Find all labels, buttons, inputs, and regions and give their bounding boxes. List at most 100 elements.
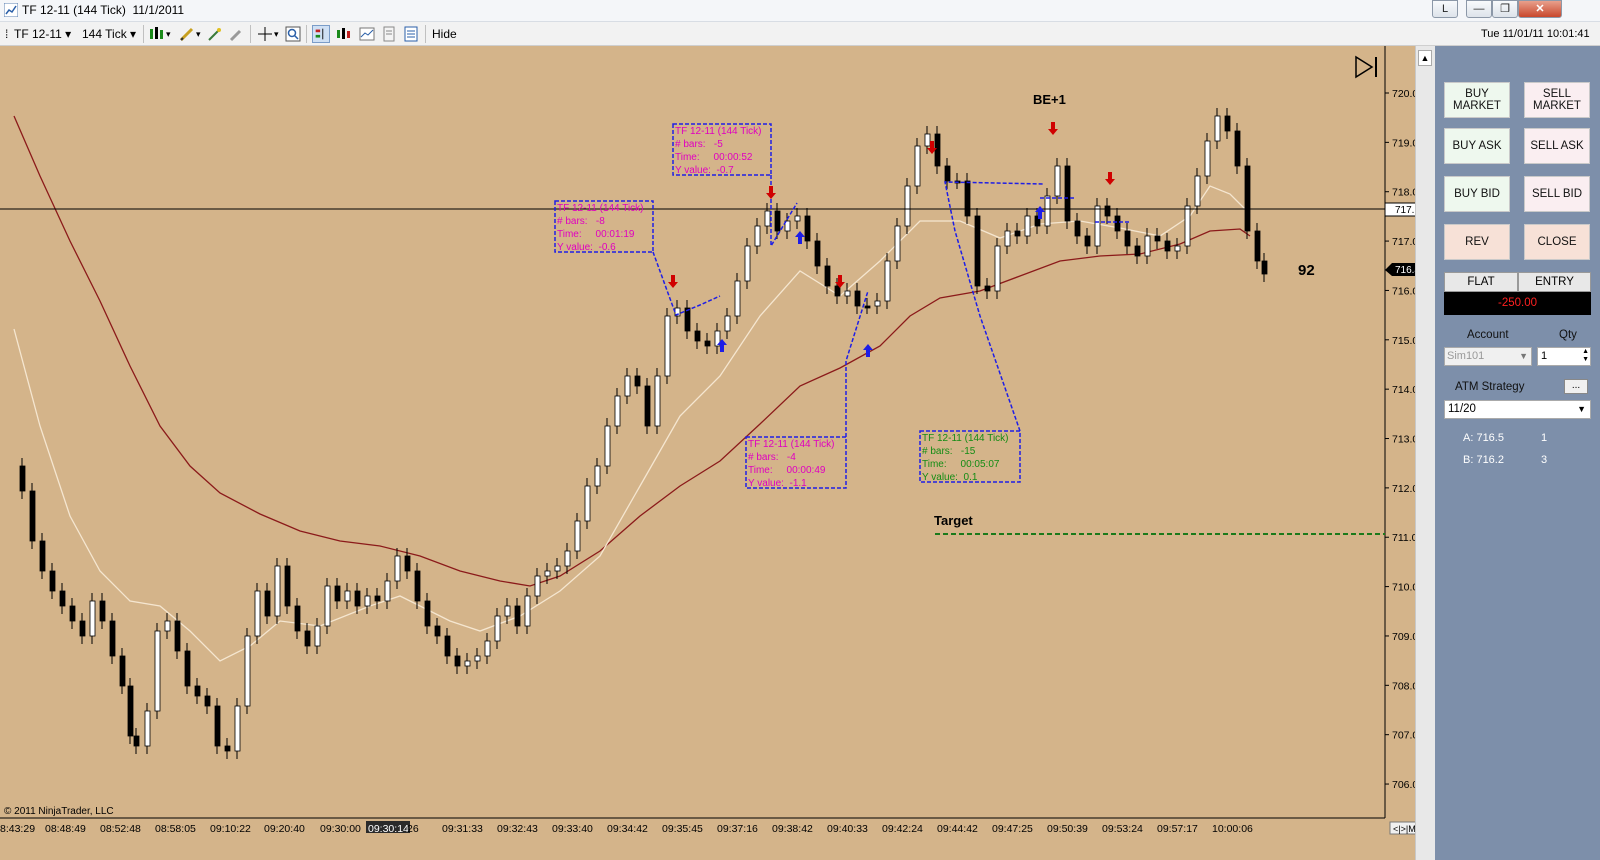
strategies-icon[interactable]	[358, 25, 376, 43]
atm-more-button[interactable]: ...	[1564, 379, 1588, 394]
panel-scrollbar[interactable]: ▲	[1415, 46, 1435, 860]
quantity-value: 1	[1541, 350, 1548, 362]
bid-price-label: B: 716.2	[1463, 454, 1504, 466]
chart-toolbar: ⁞ TF 12-11 ▾ 144 Tick ▾ ▾ ▾ ▾ Hide Tue 1…	[0, 22, 1600, 46]
annotation-line: Time: 00:01:19	[557, 229, 635, 240]
datetime-display: Tue 11/01/11 10:01:41	[1481, 28, 1590, 40]
sell-bid-button[interactable]: SELL BID	[1524, 176, 1590, 212]
target-label: Target	[934, 513, 973, 528]
annotation-line: TF 12-11 (144 Tick)	[748, 439, 835, 450]
candle-body	[364, 595, 371, 607]
quantity-stepper[interactable]: 1 ▲ ▼	[1537, 347, 1591, 366]
close-window-button[interactable]: ✕	[1518, 0, 1562, 18]
stepper-arrows-icon[interactable]: ▲ ▼	[1582, 348, 1589, 364]
data-box-icon[interactable]	[402, 25, 420, 43]
properties-icon[interactable]	[380, 25, 398, 43]
candle-body	[644, 385, 651, 427]
candle-body	[664, 315, 671, 377]
annotation-line: Y value: 0.1	[922, 472, 978, 483]
crosshair-icon[interactable]	[256, 25, 274, 43]
candle-body	[1164, 240, 1171, 252]
candle-body	[1124, 230, 1131, 247]
sell-market-button[interactable]: SELL MARKET	[1524, 82, 1590, 118]
time-tick-label: 09:53:24	[1102, 823, 1143, 835]
account-select[interactable]: Sim101 ▼	[1444, 347, 1532, 366]
hide-button[interactable]: Hide	[432, 25, 457, 43]
time-tick-label: 09:38:42	[772, 823, 813, 835]
ask-size: 1	[1541, 432, 1548, 444]
buy-ask-button[interactable]: BUY ASK	[1444, 128, 1510, 164]
price-tick-label: 716.0	[1392, 285, 1415, 297]
candle-body	[334, 585, 341, 602]
candle-body	[1214, 115, 1221, 142]
close-position-button[interactable]: CLOSE	[1524, 224, 1590, 260]
time-tick-label: 09:57:17	[1157, 823, 1198, 835]
instrument-selector[interactable]: TF 12-11 ▾	[14, 25, 71, 43]
candle-body	[204, 695, 211, 707]
atm-strategy-label: ATM Strategy	[1455, 381, 1525, 393]
eraser-icon[interactable]	[228, 25, 246, 43]
scroll-up-icon[interactable]: ▲	[1418, 50, 1432, 66]
candle-body	[834, 285, 841, 297]
atm-strategy-select[interactable]: 11/20 ▼	[1444, 400, 1591, 419]
layout-button[interactable]: L	[1432, 0, 1458, 18]
candle-body	[244, 635, 251, 707]
time-tick-label: 08:48:49	[45, 823, 86, 835]
candle-body	[474, 655, 481, 662]
candle-body	[534, 575, 541, 597]
candle-body	[604, 425, 611, 467]
candle-body	[1014, 230, 1021, 237]
candle-body	[384, 580, 391, 602]
candle-body	[434, 625, 441, 637]
minimize-button[interactable]: —	[1466, 0, 1492, 18]
candle-body	[1234, 130, 1241, 167]
candle-body	[1104, 205, 1111, 217]
scroll-buttons[interactable]: <|>|M	[1389, 821, 1415, 835]
candle-body	[109, 620, 116, 657]
bar-type-icon[interactable]	[148, 25, 166, 43]
candle-body	[964, 180, 971, 217]
indicators-icon[interactable]	[335, 25, 353, 43]
candle-body	[634, 375, 641, 387]
qty-label: Qty	[1559, 329, 1577, 341]
reverse-button[interactable]: REV	[1444, 224, 1510, 260]
annotation-line: # bars: -5	[675, 139, 723, 150]
maximize-button[interactable]: ❐	[1492, 0, 1518, 18]
window-title: TF 12-11 (144 Tick) 11/1/2011	[22, 3, 185, 17]
candle-body	[1024, 215, 1031, 237]
bar-type-dropdown-icon[interactable]: ▾	[166, 25, 171, 43]
candle-body	[69, 605, 76, 622]
price-tick-label: 714.0	[1392, 384, 1415, 396]
pencil-icon[interactable]	[178, 25, 196, 43]
candle-body	[1064, 165, 1071, 222]
candle-body	[1144, 235, 1151, 257]
candle-body	[119, 655, 126, 687]
interval-selector[interactable]: 144 Tick ▾	[82, 25, 136, 43]
candle-body	[394, 555, 401, 582]
price-tick-label: 707.0	[1392, 730, 1415, 742]
buy-bid-button[interactable]: BUY BID	[1444, 176, 1510, 212]
candle-body	[1114, 215, 1121, 232]
price-chart[interactable]: 720.0 719.0 718.0 717.0 716.0 715.0 714.0 713.0…	[0, 46, 1415, 860]
chart-trader-icon[interactable]	[312, 25, 330, 43]
candle-body	[504, 605, 511, 617]
time-tick-label: 09:44:42	[937, 823, 978, 835]
wand-icon[interactable]	[206, 25, 224, 43]
annotation-line: Y value: -1.1	[748, 478, 807, 489]
candle-body	[99, 600, 106, 622]
atm-strategy-value: 11/20	[1448, 403, 1476, 415]
candle-body	[1244, 165, 1251, 232]
drawing-dropdown-icon[interactable]: ▾	[196, 25, 201, 43]
candle-body	[814, 240, 821, 267]
annotation-line: TF 12-11 (144 Tick)	[922, 433, 1009, 444]
candle-body	[284, 565, 291, 607]
zoom-icon[interactable]	[284, 25, 302, 43]
buy-market-button[interactable]: BUY MARKET	[1444, 82, 1510, 118]
candle-body	[1204, 140, 1211, 177]
candle-body	[224, 745, 231, 752]
time-tick-label: 08:58:05	[155, 823, 196, 835]
candle-body	[984, 285, 991, 292]
sell-ask-button[interactable]: SELL ASK	[1524, 128, 1590, 164]
candle-body	[39, 540, 46, 572]
crosshair-dropdown-icon[interactable]: ▾	[274, 25, 279, 43]
